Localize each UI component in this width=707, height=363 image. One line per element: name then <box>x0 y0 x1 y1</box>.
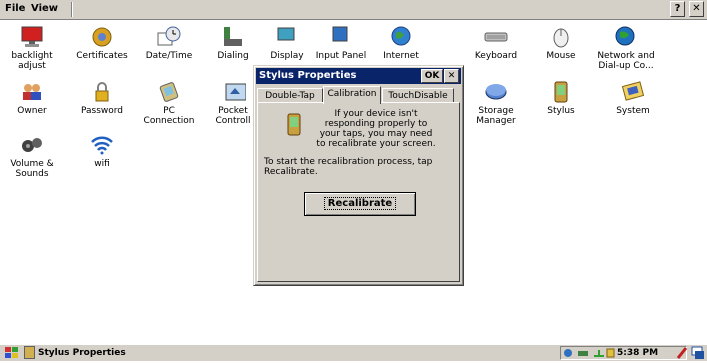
input-panel-icon[interactable] <box>691 346 705 360</box>
menu-view[interactable]: View <box>31 3 58 14</box>
label: Volume & Sounds <box>10 159 54 179</box>
icon-stylus[interactable]: Stylus <box>531 80 591 116</box>
start-icon[interactable] <box>4 346 20 360</box>
label: Input Panel <box>315 51 367 61</box>
stylus-device-icon <box>286 113 302 137</box>
pen-icon[interactable] <box>676 346 688 360</box>
label: Certificates <box>76 51 128 61</box>
tab-double-tap[interactable]: Double-Tap <box>257 88 323 103</box>
icon-display[interactable]: Display <box>257 25 317 61</box>
icon-mouse[interactable]: Mouse <box>531 25 591 61</box>
calibration-instructions: To start the recalibration process, tap … <box>264 157 433 177</box>
icon-password[interactable]: Password <box>72 80 132 116</box>
label: Owner <box>17 106 47 116</box>
system-icon <box>620 80 646 104</box>
label: Network and Dial-up Co... <box>597 51 655 71</box>
storage-disk-icon <box>483 80 509 104</box>
icon-input-panel[interactable]: Input Panel <box>311 25 371 61</box>
stylus-device-icon <box>548 80 574 104</box>
menu-file[interactable]: File <box>5 3 25 14</box>
ok-button[interactable]: OK <box>421 69 443 83</box>
label: System <box>616 106 650 116</box>
phone-icon <box>220 25 246 49</box>
pc-connection-icon <box>156 80 182 104</box>
label: Display <box>270 51 304 61</box>
lock-icon <box>89 80 115 104</box>
label: Stylus <box>547 106 575 116</box>
help-button[interactable]: ? <box>670 1 685 17</box>
tray-connection-icon[interactable] <box>577 348 589 358</box>
tray-usb-icon[interactable] <box>593 348 605 358</box>
label: Password <box>80 106 124 116</box>
recalibrate-button[interactable]: Recalibrate <box>304 192 416 216</box>
clock[interactable]: 5:38 PM <box>617 347 658 359</box>
globe-icon <box>388 25 414 49</box>
taskbar-item-stylus-properties[interactable]: Stylus Properties <box>24 346 144 360</box>
label: Date/Time <box>145 51 193 61</box>
label: PC Connection <box>143 106 195 126</box>
icon-backlight-adjust[interactable]: backlight adjust <box>2 25 62 71</box>
icon-date-time[interactable]: Date/Time <box>139 25 199 61</box>
icon-wifi[interactable]: wifi <box>72 133 132 169</box>
icon-network-dialup[interactable]: Network and Dial-up Co... <box>596 25 656 71</box>
speaker-icon <box>19 133 45 157</box>
keyboard-icon <box>483 25 509 49</box>
icon-internet[interactable]: Internet <box>371 25 431 61</box>
label: Storage Manager <box>476 106 516 126</box>
monitor-icon <box>19 25 45 49</box>
stylus-task-icon <box>24 346 35 359</box>
dialog-titlebar[interactable]: Stylus Properties OK ✕ <box>256 68 461 84</box>
input-panel-icon <box>328 25 354 49</box>
mouse-icon <box>548 25 574 49</box>
icon-keyboard[interactable]: Keyboard <box>466 25 526 61</box>
icon-system[interactable]: System <box>603 80 663 116</box>
task-label: Stylus Properties <box>38 348 126 358</box>
label: Mouse <box>546 51 576 61</box>
label: wifi <box>94 159 110 169</box>
dialog-title: Stylus Properties <box>259 70 357 81</box>
icon-pc-connection[interactable]: PC Connection <box>139 80 199 126</box>
pocket-controller-icon <box>220 80 247 104</box>
display-icon <box>274 25 300 49</box>
tab-calibration[interactable]: Calibration <box>323 86 381 104</box>
clock-icon <box>156 25 182 49</box>
wifi-icon <box>89 133 115 157</box>
close-button[interactable]: ✕ <box>689 1 704 17</box>
stylus-properties-dialog: Stylus Properties OK ✕ Double-Tap Calibr… <box>253 65 464 286</box>
label: Dialing <box>217 51 249 61</box>
tab-touch-disable[interactable]: TouchDisable <box>382 88 454 103</box>
icon-volume-sounds[interactable]: Volume & Sounds <box>2 133 62 179</box>
network-globe-icon <box>613 25 639 49</box>
taskbar: Stylus Properties 5:38 PM <box>0 344 707 361</box>
tray-network-icon[interactable] <box>563 348 575 358</box>
icon-dialing[interactable]: Dialing <box>203 25 263 61</box>
dialog-close-button[interactable]: ✕ <box>444 69 459 83</box>
owner-people-icon <box>19 80 45 104</box>
menu-bar: File View ? ✕ <box>0 0 707 20</box>
label: backlight adjust <box>11 51 53 71</box>
icon-owner[interactable]: Owner <box>2 80 62 116</box>
icon-storage-manager[interactable]: Storage Manager <box>466 80 526 126</box>
certificate-gear-icon <box>89 25 115 49</box>
icon-certificates[interactable]: Certificates <box>72 25 132 61</box>
system-tray: 5:38 PM <box>560 346 687 360</box>
tray-battery-icon[interactable] <box>605 348 617 358</box>
label: Internet <box>383 51 419 61</box>
menu-separator <box>71 2 73 17</box>
recalibrate-label: Recalibrate <box>323 197 397 210</box>
calibration-description: If your device isn't responding properly… <box>316 109 436 149</box>
label: Keyboard <box>474 51 518 61</box>
